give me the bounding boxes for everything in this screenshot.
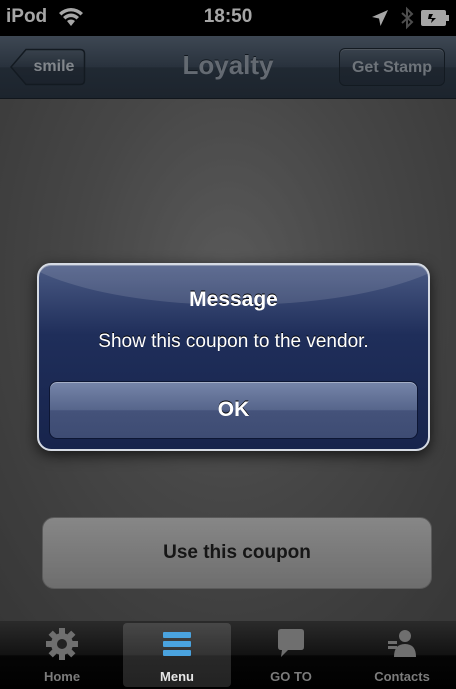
tab-go-to[interactable]: GO TO	[237, 623, 345, 687]
tab-home[interactable]: Home	[8, 623, 116, 687]
gear-icon	[46, 628, 78, 660]
tab-bar: Home Menu GO TO Contacts	[0, 621, 456, 689]
tab-home-label: Home	[43, 669, 81, 684]
contacts-icon	[388, 630, 416, 657]
alert-dialog: Message Show this coupon to the vendor. …	[37, 263, 430, 451]
tab-menu-label: Menu	[160, 669, 194, 684]
tab-go-to-label: GO TO	[270, 669, 312, 684]
app-screen: iPod 18:50 smile Loyalty Get Stamp Use t…	[0, 0, 456, 689]
alert-message: Show this coupon to the vendor.	[98, 331, 369, 352]
alert-title: Message	[189, 288, 278, 311]
tab-contacts[interactable]: Contacts	[348, 623, 456, 687]
menu-icon	[163, 632, 191, 656]
tab-menu[interactable]: Menu	[123, 623, 231, 687]
ok-button[interactable]: OK	[49, 381, 418, 439]
speech-bubble-icon	[278, 629, 304, 657]
tab-contacts-label: Contacts	[374, 669, 430, 684]
